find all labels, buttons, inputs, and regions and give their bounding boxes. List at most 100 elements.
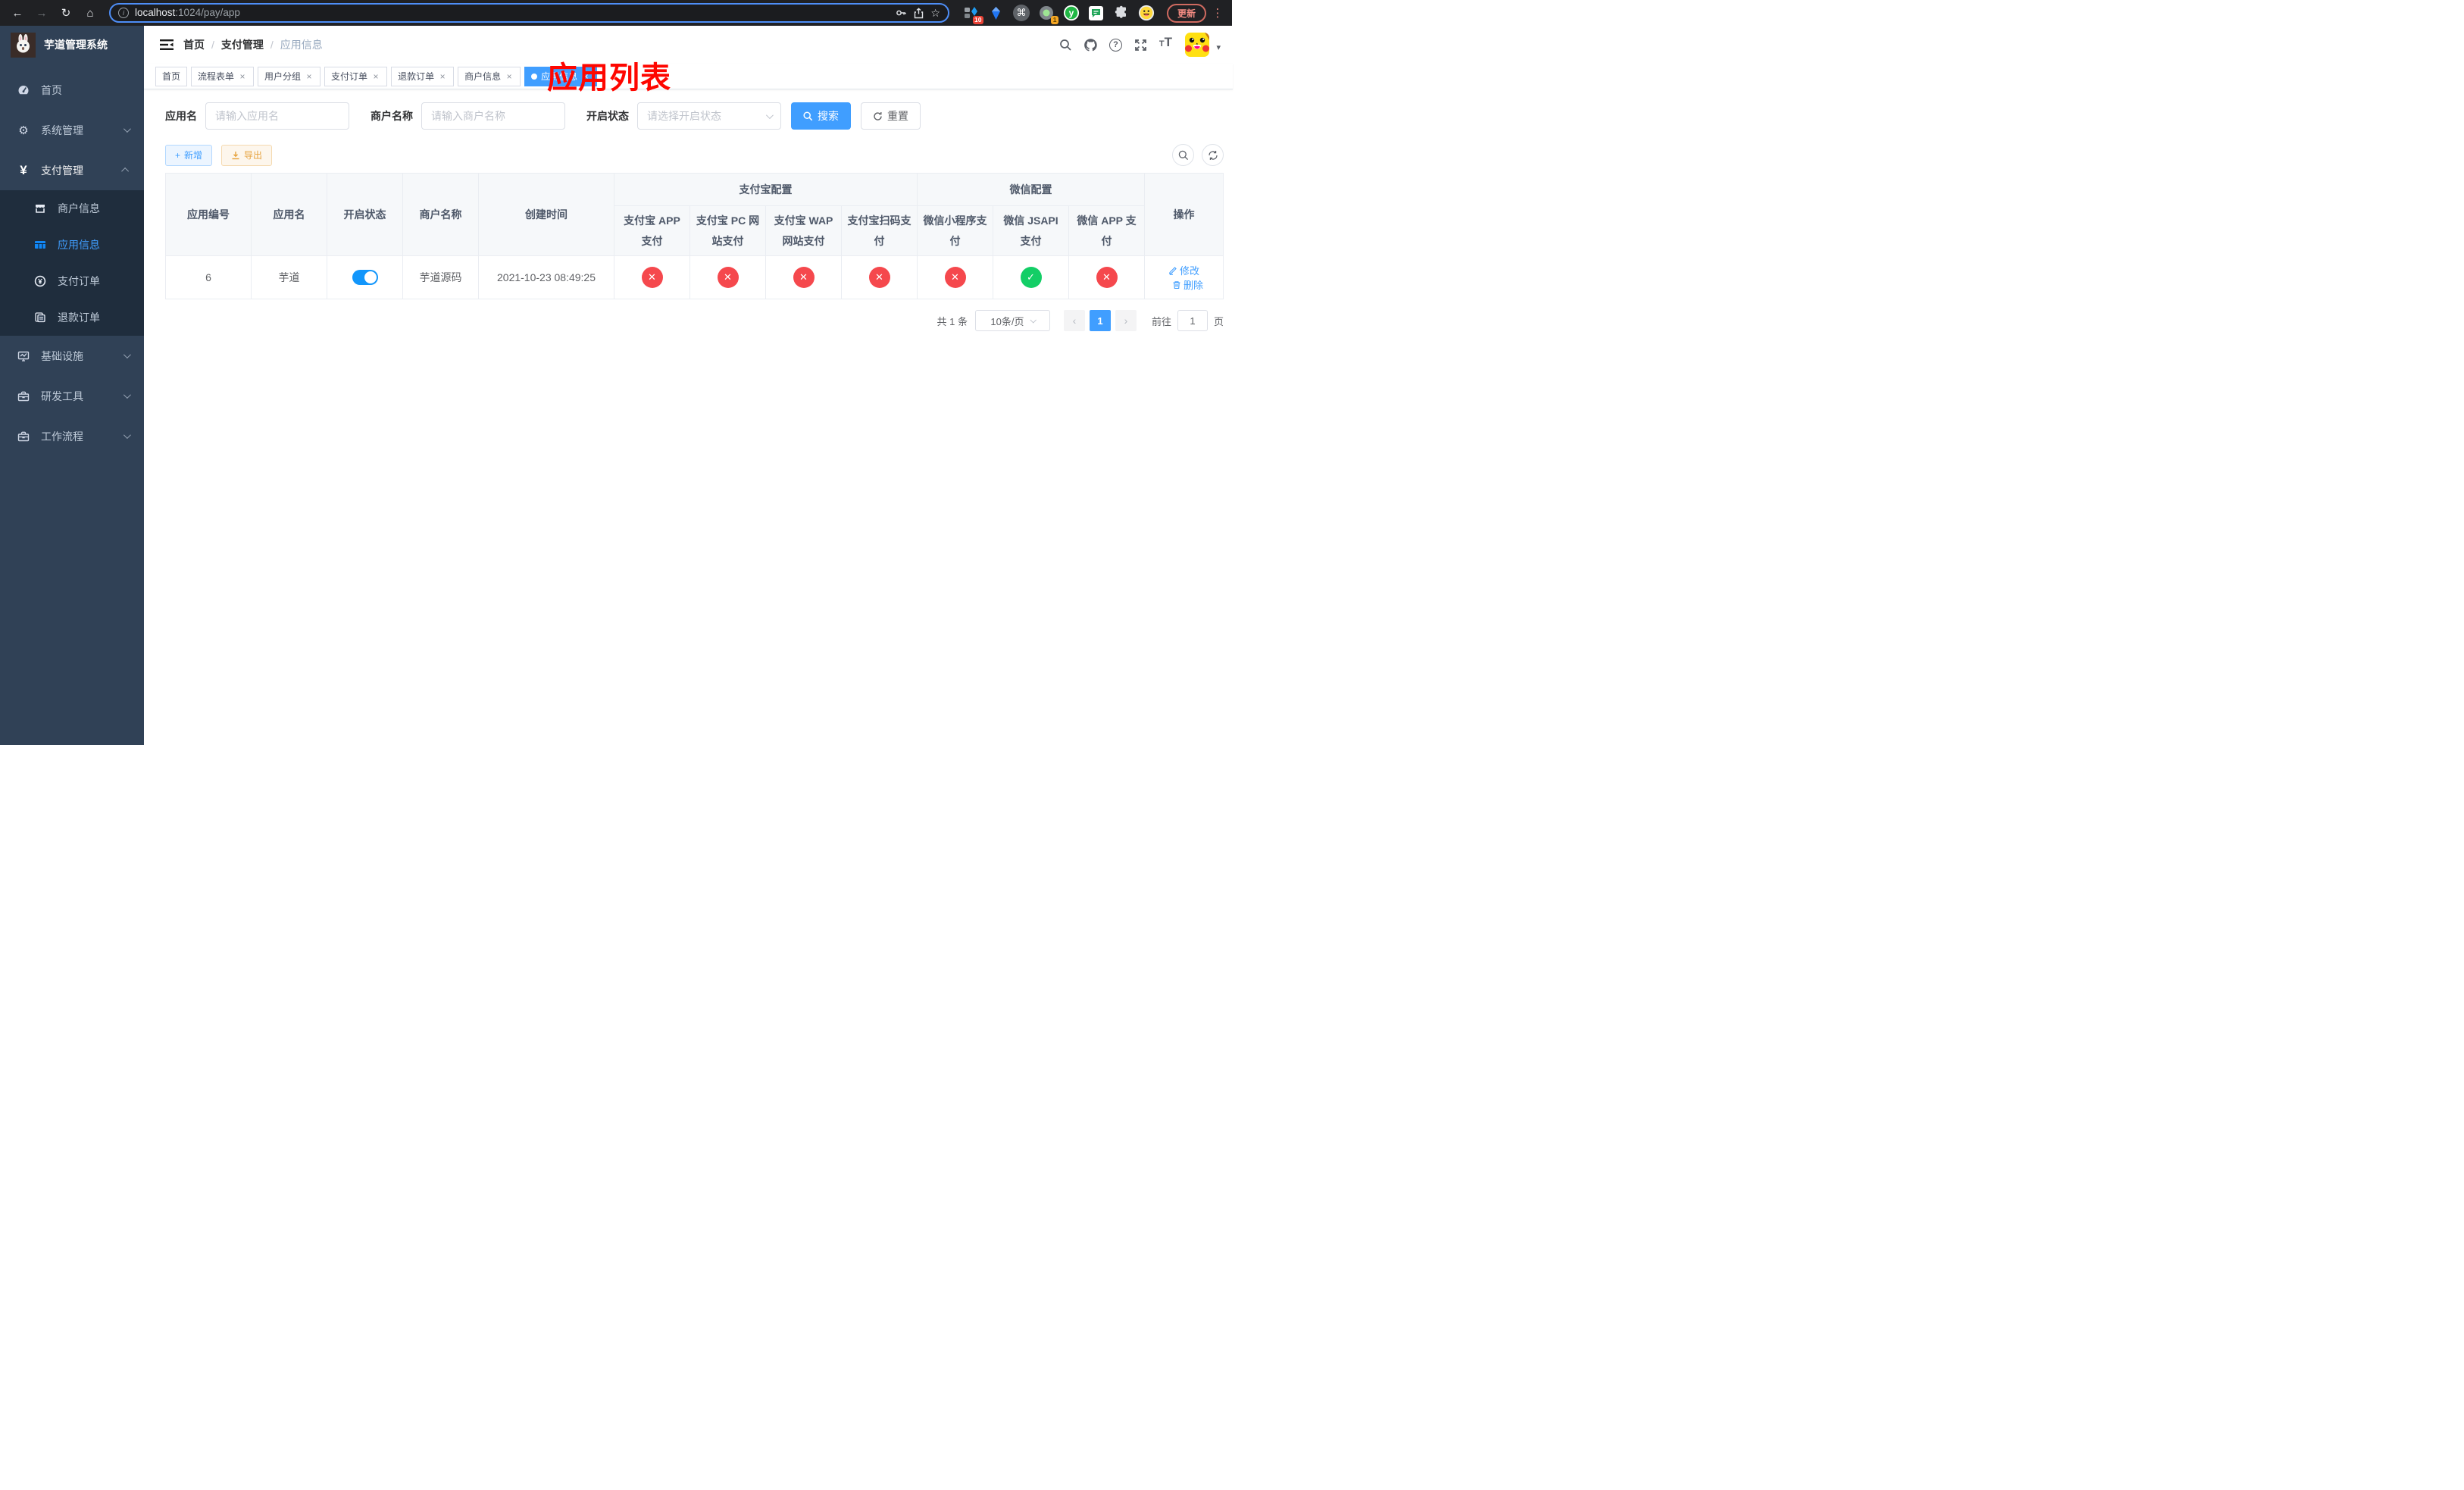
reset-button[interactable]: 重置 [861, 102, 921, 130]
cell-status [327, 255, 403, 299]
close-icon[interactable]: × [371, 71, 380, 82]
sidebar-item-pay-orders[interactable]: 支付订单 [0, 263, 144, 299]
page-1-button[interactable]: 1 [1089, 310, 1111, 331]
search-button[interactable]: 搜索 [791, 102, 851, 130]
breadcrumb-home[interactable]: 首页 [183, 37, 205, 52]
browser-forward-icon[interactable]: → [32, 3, 52, 23]
add-button[interactable]: + 新增 [165, 144, 213, 166]
y-logo-extension-icon[interactable]: y [1063, 5, 1080, 21]
browser-update-button[interactable]: 更新 [1166, 3, 1206, 23]
cell-alipay-qr: ✕ [841, 255, 918, 299]
gem-extension-icon[interactable] [988, 5, 1005, 21]
next-page-button[interactable]: › [1115, 310, 1137, 331]
chevron-down-icon [1029, 317, 1037, 324]
sidebar-item-dev-tools[interactable]: 研发工具 [0, 376, 144, 416]
merchant-name-label: 商户名称 [371, 110, 413, 122]
browser-menu-icon[interactable]: ⋮ [1211, 6, 1224, 20]
col-wx-app: 微信 APP 支付 [1068, 205, 1145, 256]
breadcrumb-payment[interactable]: 支付管理 [221, 37, 264, 52]
fullscreen-icon[interactable] [1130, 35, 1150, 55]
tab-home[interactable]: 首页 [155, 66, 188, 86]
hide-search-button[interactable] [1172, 144, 1194, 166]
profile-avatar-icon[interactable] [1138, 5, 1155, 21]
monitor-chart-icon [17, 350, 30, 362]
sidebar-item-home[interactable]: 首页 [0, 70, 144, 110]
tab-label: 支付订单 [331, 71, 368, 82]
github-icon[interactable] [1080, 35, 1100, 55]
logo-avatar [11, 32, 36, 58]
site-info-icon[interactable]: i [118, 8, 129, 18]
documents-icon [33, 311, 47, 324]
status-select[interactable]: 请选择开启状态 [637, 102, 781, 130]
tab-refund-orders[interactable]: 退款订单 × [391, 66, 455, 86]
app-name-input[interactable] [205, 102, 349, 130]
bookmark-star-icon[interactable]: ☆ [930, 7, 940, 20]
search-icon[interactable] [1055, 35, 1075, 55]
translate-badge: 10 [972, 16, 983, 24]
status-check-icon: ✓ [1020, 267, 1042, 288]
tab-app-info[interactable]: 应用信息 × [524, 66, 598, 86]
user-avatar[interactable] [1185, 33, 1210, 57]
edit-link[interactable]: 修改 [1168, 263, 1199, 277]
logo-link[interactable]: 芋道管理系统 [0, 26, 144, 64]
font-size-icon[interactable]: TT [1155, 35, 1175, 55]
pencil-icon [1169, 266, 1177, 275]
goto-group: 前往 页 [1152, 310, 1224, 331]
tab-pay-orders[interactable]: 支付订单 × [324, 66, 388, 86]
tab-label: 商户信息 [464, 71, 502, 82]
col-alipay-pc: 支付宝 PC 网站支付 [689, 205, 766, 256]
browser-back-icon[interactable]: ← [8, 3, 27, 23]
close-icon[interactable]: × [505, 71, 514, 82]
sidebar-item-infrastructure[interactable]: 基础设施 [0, 336, 144, 376]
sidebar-item-merchant-info[interactable]: 商户信息 [0, 190, 144, 227]
prev-page-button[interactable]: ‹ [1063, 310, 1085, 331]
goto-page-input[interactable] [1177, 310, 1208, 331]
refresh-button[interactable] [1202, 144, 1224, 166]
avatar-caret-icon[interactable]: ▾ [1215, 38, 1222, 52]
export-button[interactable]: 导出 [221, 144, 273, 166]
sidebar-item-workflow[interactable]: 工作流程 [0, 416, 144, 456]
yen-icon: ¥ [20, 162, 27, 177]
tab-process-form[interactable]: 流程表单 × [191, 66, 255, 86]
status-toggle[interactable] [352, 270, 378, 285]
search-icon [803, 111, 813, 121]
sidebar-item-app-info[interactable]: 应用信息 [0, 227, 144, 263]
chevron-down-icon [123, 391, 131, 399]
filter-form: 应用名 商户名称 开启状态 请选择开启状态 搜索 重置 [165, 102, 1224, 130]
close-icon[interactable]: × [581, 71, 590, 82]
delete-link[interactable]: 删除 [1172, 277, 1203, 292]
page-size-select[interactable]: 10条/页 [974, 310, 1050, 331]
browser-home-icon[interactable]: ⌂ [80, 3, 100, 23]
tab-label: 退款订单 [398, 71, 435, 82]
sidebar-item-refund-orders[interactable]: 退款订单 [0, 299, 144, 336]
share-icon[interactable] [913, 7, 924, 19]
tab-merchant-info[interactable]: 商户信息 × [458, 66, 521, 86]
translate-extension-icon[interactable]: 10 [963, 5, 983, 24]
command-extension-icon[interactable]: ⌘ [1012, 5, 1030, 21]
col-alipay-qr: 支付宝扫码支付 [841, 205, 918, 256]
cell-wx-mini: ✕ [917, 255, 993, 299]
close-icon[interactable]: × [238, 71, 247, 82]
grid-table-icon [33, 239, 47, 251]
browser-reload-icon[interactable]: ↻ [56, 3, 76, 23]
close-icon[interactable]: × [305, 71, 314, 82]
chat-extension-icon[interactable] [1088, 5, 1105, 21]
status-cross-icon: ✕ [717, 267, 739, 288]
extensions-puzzle-icon[interactable] [1113, 5, 1130, 21]
address-bar[interactable]: i localhost:1024/pay/app ☆ [109, 3, 949, 23]
browser-chrome: ← → ↻ ⌂ i localhost:1024/pay/app ☆ 10 ⌘ … [0, 0, 1232, 26]
help-icon[interactable]: ? [1105, 35, 1125, 55]
sidebar-item-system[interactable]: ⚙ 系统管理 [0, 110, 144, 150]
cell-wx-jsapi: ✓ [993, 255, 1069, 299]
hamburger-icon[interactable] [153, 31, 180, 58]
close-icon[interactable]: × [438, 71, 447, 82]
password-key-icon[interactable] [895, 7, 907, 19]
merchant-name-input[interactable] [421, 102, 565, 130]
recorder-extension-icon[interactable]: 1 [1038, 5, 1058, 24]
col-merchant: 商户名称 [402, 173, 479, 256]
status-label: 开启状态 [586, 110, 629, 122]
tab-user-group[interactable]: 用户分组 × [258, 66, 321, 86]
sidebar-item-payment[interactable]: ¥ 支付管理 [0, 150, 144, 190]
sidebar-item-label: 系统管理 [41, 124, 83, 136]
toolbox-icon [17, 430, 30, 443]
